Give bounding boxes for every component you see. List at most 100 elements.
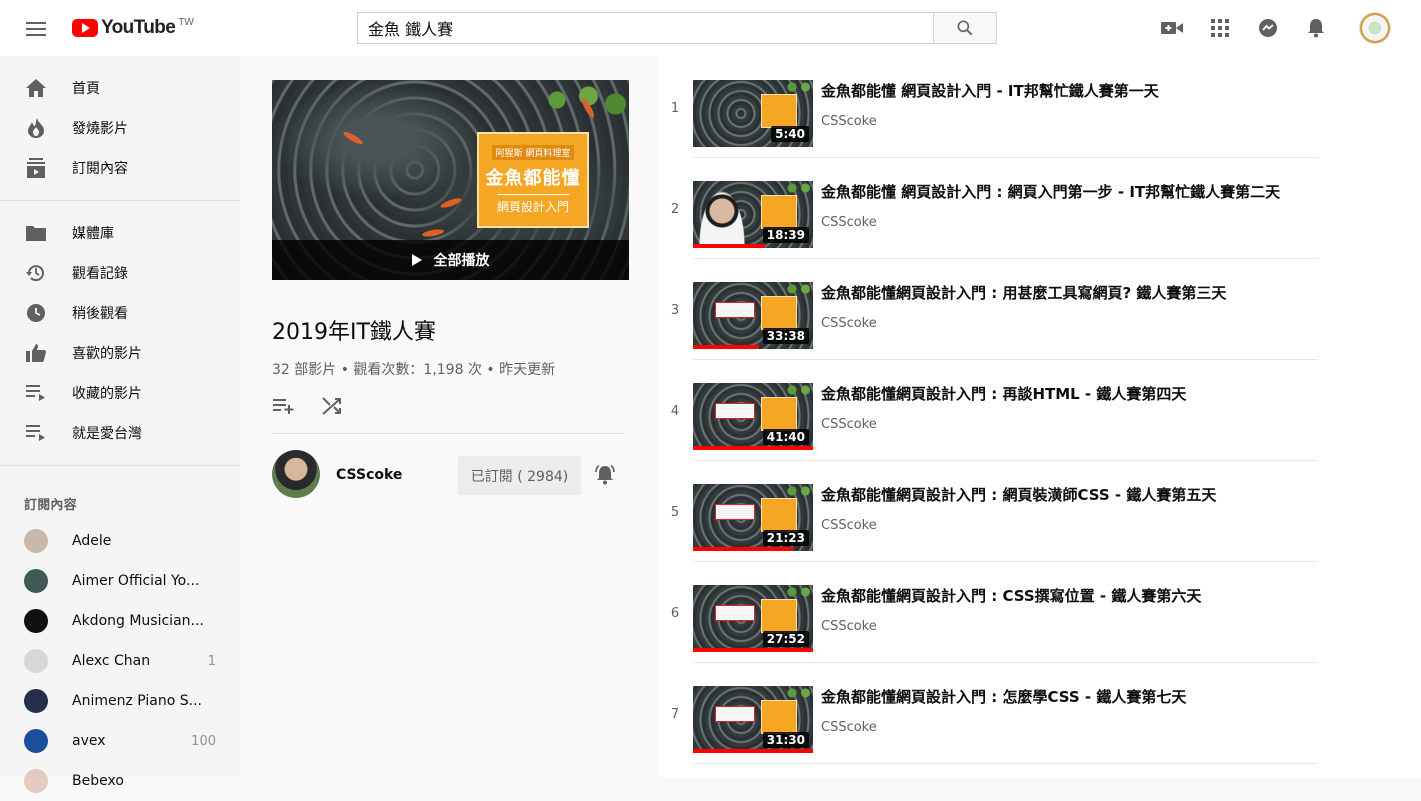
subscription-item[interactable]: avex 100 [0, 721, 240, 761]
thumb-badge [761, 599, 797, 633]
thumb-leaves [783, 383, 813, 397]
youtube-logo[interactable]: YouTube TW [72, 17, 194, 39]
owner-name[interactable]: CSScoke [336, 467, 402, 483]
playlist-video-row[interactable]: 3 33:38 金魚都能懂網頁設計入門 : 用甚麼工具寫網頁? 鐵人賽第三天 CSSc… [657, 258, 1318, 360]
playlist-video-row[interactable]: 1 5:40 金魚都能懂 網頁設計入門 - IT邦幫忙鐵人賽第一天 CSScoke [657, 56, 1318, 158]
subscription-item[interactable]: Akdong Musician... [0, 601, 240, 641]
search-icon [957, 20, 973, 36]
video-duration: 41:40 [762, 429, 809, 445]
sidebar-item-home[interactable]: 首頁 [0, 68, 240, 108]
thumb-leaves [783, 686, 813, 700]
video-thumbnail[interactable]: 5:40 [693, 80, 813, 147]
notification-bell-icon[interactable] [593, 463, 617, 487]
new-video-count: 1 [207, 653, 216, 669]
video-title[interactable]: 金魚都能懂網頁設計入門 : 怎麼學CSS - 鐵人賽第七天 [821, 686, 1186, 707]
watch-progress-bar [693, 345, 759, 349]
play-icon [411, 254, 422, 266]
sidebar-item-library[interactable]: 媒體庫 [0, 213, 240, 253]
subscription-item[interactable]: Alexc Chan 1 [0, 641, 240, 681]
video-channel[interactable]: CSScoke [821, 114, 877, 129]
playlist-video-list: 1 5:40 金魚都能懂 網頁設計入門 - IT邦幫忙鐵人賽第一天 CSScoke 2 1… [657, 56, 1421, 777]
video-duration: 5:40 [771, 126, 809, 142]
video-title[interactable]: 金魚都能懂 網頁設計入門 - IT邦幫忙鐵人賽第一天 [821, 80, 1159, 101]
channel-name: Animenz Piano S... [72, 693, 202, 709]
sidebar-item-label: 就是愛台灣 [72, 426, 142, 442]
video-thumbnail[interactable]: 31:30 [693, 686, 813, 753]
messages-icon[interactable] [1256, 16, 1280, 40]
subscription-item[interactable]: Aimer Official Yo... [0, 561, 240, 601]
sidebar-item-trending[interactable]: 發燒影片 [0, 108, 240, 148]
sidebar-item-watch-later[interactable]: 稍後觀看 [0, 293, 240, 333]
video-thumbnail[interactable]: 33:38 [693, 282, 813, 349]
sidebar-item-label: 首頁 [72, 81, 100, 97]
sidebar-item-subscriptions[interactable]: 訂閱內容 [0, 148, 240, 188]
playlist-info: 阿猩斯 網頁料理室 金魚都能懂 網頁設計入門 全部播放 2019年IT鐵人賽 3… [240, 56, 657, 777]
shuffle-icon[interactable] [320, 394, 344, 418]
subscribed-button[interactable]: 已訂閱 ( 2984) [458, 456, 581, 495]
thumb-badge [761, 700, 797, 734]
video-channel[interactable]: CSScoke [821, 417, 877, 432]
video-thumbnail[interactable]: 18:39 [693, 181, 813, 248]
video-thumbnail[interactable]: 21:23 [693, 484, 813, 551]
video-index: 3 [670, 303, 680, 318]
channel-name: Alexc Chan [72, 653, 151, 669]
playlist-video-row[interactable]: 7 31:30 金魚都能懂網頁設計入門 : 怎麼學CSS - 鐵人賽第七天 CSSco… [657, 662, 1318, 764]
new-video-count: 100 [191, 733, 216, 749]
video-title[interactable]: 金魚都能懂網頁設計入門 : CSS撰寫位置 - 鐵人賽第六天 [821, 585, 1201, 606]
subscription-item[interactable]: Animenz Piano S... [0, 681, 240, 721]
sidebar-item-saved[interactable]: 收藏的影片 [0, 373, 240, 413]
top-bar: YouTube TW [0, 0, 1421, 56]
playlist-hero-thumbnail[interactable]: 阿猩斯 網頁料理室 金魚都能懂 網頁設計入門 全部播放 [272, 80, 629, 280]
sidebar-item-liked[interactable]: 喜歡的影片 [0, 333, 240, 373]
sidebar-item-taiwan[interactable]: 就是愛台灣 [0, 413, 240, 453]
video-duration: 31:30 [762, 732, 809, 748]
create-video-icon[interactable] [1160, 16, 1184, 40]
video-title[interactable]: 金魚都能懂網頁設計入門 : 網頁裝潢師CSS - 鐵人賽第五天 [821, 484, 1216, 505]
video-thumbnail[interactable]: 27:52 [693, 585, 813, 652]
video-channel[interactable]: CSScoke [821, 215, 877, 230]
video-index: 7 [670, 707, 680, 722]
subscription-item[interactable]: Adele [0, 521, 240, 561]
channel-avatar [24, 769, 48, 793]
video-channel[interactable]: CSScoke [821, 720, 877, 735]
channel-avatar [24, 529, 48, 553]
play-all-label: 全部播放 [433, 253, 490, 269]
sidebar-item-label: 喜歡的影片 [72, 346, 142, 362]
channel-avatar [24, 729, 48, 753]
video-duration: 27:52 [762, 631, 809, 647]
sidebar-item-history[interactable]: 觀看記錄 [0, 253, 240, 293]
video-channel[interactable]: CSScoke [821, 518, 877, 533]
play-all-button[interactable]: 全部播放 [272, 240, 629, 280]
sidebar-item-label: 稍後觀看 [72, 306, 128, 322]
video-title[interactable]: 金魚都能懂網頁設計入門 : 再談HTML - 鐵人賽第四天 [821, 383, 1186, 404]
search-input[interactable] [357, 12, 933, 44]
thumb-badge [761, 195, 797, 229]
apps-icon[interactable] [1208, 16, 1232, 40]
sidebar-divider [0, 200, 240, 201]
badge-sub-text: 網頁設計入門 [496, 194, 569, 215]
channel-name: avex [72, 733, 106, 749]
video-duration: 33:38 [762, 328, 809, 344]
owner-avatar[interactable] [272, 450, 320, 498]
video-channel[interactable]: CSScoke [821, 619, 877, 634]
video-duration: 18:39 [762, 227, 809, 243]
video-title[interactable]: 金魚都能懂網頁設計入門 : 用甚麼工具寫網頁? 鐵人賽第三天 [821, 282, 1226, 303]
playlist-video-row[interactable]: 4 41:40 金魚都能懂網頁設計入門 : 再談HTML - 鐵人賽第四天 CSSco… [657, 359, 1318, 461]
menu-icon[interactable] [24, 18, 48, 38]
video-thumbnail[interactable]: 41:40 [693, 383, 813, 450]
search-button[interactable] [933, 12, 997, 44]
channel-name: Akdong Musician... [72, 613, 204, 629]
playlist-video-row[interactable]: 5 21:23 金魚都能懂網頁設計入門 : 網頁裝潢師CSS - 鐵人賽第五天 CSS… [657, 460, 1318, 562]
account-avatar[interactable] [1359, 12, 1391, 44]
badge-top-text: 阿猩斯 網頁料理室 [491, 145, 575, 160]
notifications-icon[interactable] [1304, 16, 1328, 40]
add-to-playlist-icon[interactable] [272, 394, 296, 418]
playlist-video-row[interactable]: 2 18:39 金魚都能懂 網頁設計入門 : 網頁入門第一步 - IT邦幫忙鐵人賽第… [657, 157, 1318, 259]
subscription-item[interactable]: Bebexo [0, 761, 240, 801]
playlist-stats: 32 部影片 • 觀看次數：1,198 次 • 昨天更新 [272, 362, 556, 378]
history-icon [24, 261, 48, 285]
video-title[interactable]: 金魚都能懂 網頁設計入門 : 網頁入門第一步 - IT邦幫忙鐵人賽第二天 [821, 181, 1280, 202]
playlist-video-row[interactable]: 6 27:52 金魚都能懂網頁設計入門 : CSS撰寫位置 - 鐵人賽第六天 CSSc… [657, 561, 1318, 663]
video-channel[interactable]: CSScoke [821, 316, 877, 331]
playlist-divider [272, 433, 625, 434]
